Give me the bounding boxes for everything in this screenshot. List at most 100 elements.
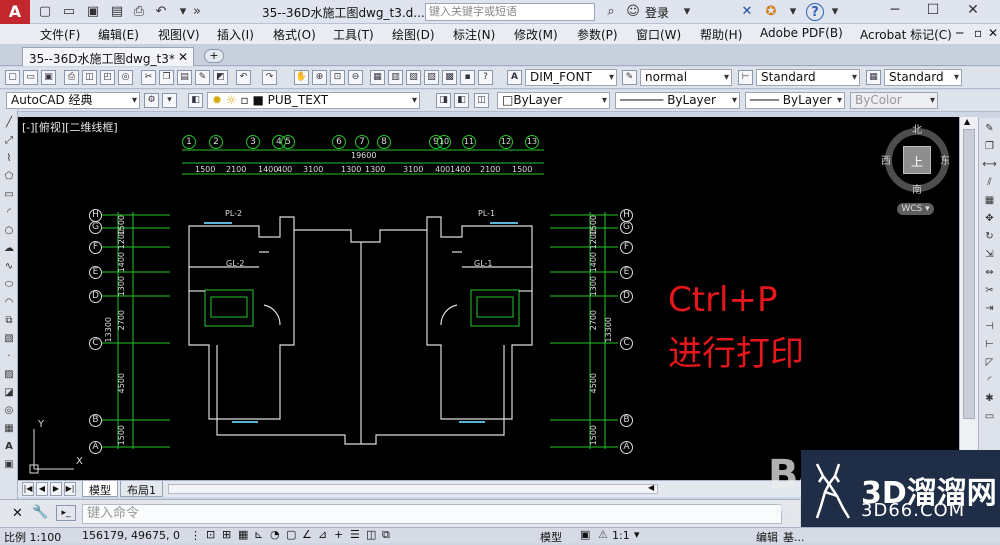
rotate-icon[interactable]: ↻: [982, 230, 997, 244]
dynamic-input-icon[interactable]: +: [334, 528, 343, 541]
menu-view[interactable]: 视图(V): [158, 26, 200, 43]
ellipse-icon[interactable]: ⬭: [2, 278, 16, 292]
make-block-icon[interactable]: ▧: [2, 332, 16, 346]
workspace-select[interactable]: AutoCAD 经典 ▾: [6, 92, 140, 109]
extend-icon[interactable]: ⇥: [982, 302, 997, 316]
last-tab-icon[interactable]: ▶|: [64, 482, 76, 496]
vertical-scrollbar[interactable]: ▲: [959, 117, 978, 480]
binoculars-icon[interactable]: ⌕: [602, 3, 620, 21]
menu-file[interactable]: 文件(F): [40, 26, 80, 43]
document-tab[interactable]: 35--36D水施工图dwg_t3* ✕: [22, 47, 194, 66]
compass-south[interactable]: 南: [912, 181, 922, 196]
tool-icon[interactable]: ▢: [5, 70, 20, 85]
tool-icon[interactable]: ◰: [100, 70, 115, 85]
print-icon[interactable]: ⎙: [130, 3, 148, 21]
fillet-icon[interactable]: ◜: [982, 374, 997, 388]
workspace-settings-icon[interactable]: ⚙: [144, 93, 159, 108]
layer-previous-icon[interactable]: ◧: [454, 93, 469, 108]
arc-icon[interactable]: ◜: [2, 206, 16, 220]
menu-acrobat[interactable]: Acrobat 标记(C): [860, 26, 952, 43]
properties-icon[interactable]: ▦: [370, 70, 385, 85]
new-tab-icon[interactable]: +: [204, 49, 224, 63]
ellipse-arc-icon[interactable]: ◠: [2, 296, 16, 310]
undo-icon[interactable]: ↶: [236, 70, 251, 85]
explode-icon[interactable]: ✱: [982, 392, 997, 406]
menu-parametric[interactable]: 参数(P): [577, 26, 618, 43]
polygon-icon[interactable]: ⬠: [2, 170, 16, 184]
line-icon[interactable]: ╱: [2, 116, 16, 130]
array-icon[interactable]: ▦: [982, 194, 997, 208]
search-input[interactable]: 键入关键字或短语: [425, 3, 595, 21]
login-button[interactable]: 登录: [645, 4, 669, 21]
tab-model[interactable]: 模型: [82, 481, 118, 497]
plotstyle-select[interactable]: ByColor ▾: [850, 92, 938, 109]
scroll-up-icon[interactable]: ▲: [964, 117, 970, 126]
ortho-mode-icon[interactable]: ⊾: [254, 528, 263, 541]
dropdown-arrow-icon[interactable]: ▾: [784, 3, 802, 21]
dropdown-arrow-icon[interactable]: ▾: [634, 528, 640, 541]
dimension-style-select[interactable]: Standard ▾: [756, 69, 860, 86]
compass-east[interactable]: 东: [940, 152, 950, 167]
mtext-icon[interactable]: A: [2, 440, 16, 454]
block-icon[interactable]: ◩: [213, 70, 228, 85]
command-input[interactable]: 键入命令: [82, 504, 782, 524]
menu-edit[interactable]: 编辑(E): [98, 26, 139, 43]
tool-icon[interactable]: ◫: [82, 70, 97, 85]
save-as-icon[interactable]: ▤: [108, 3, 126, 21]
doc-restore-icon[interactable]: ▫: [974, 26, 982, 40]
help-icon[interactable]: ?: [806, 3, 824, 21]
maximize-icon[interactable]: ☐: [918, 2, 948, 22]
layer-select[interactable]: ✹ ☼ ▫ ■ PUB_TEXT ▾: [207, 92, 420, 109]
drawing-canvas[interactable]: [-][俯视][二维线框] 1 2 3 4 5 6 7 8 9 10 11 12…: [18, 117, 959, 480]
move-icon[interactable]: ✥: [982, 212, 997, 226]
zoom-window-icon[interactable]: ⊡: [330, 70, 345, 85]
menu-draw[interactable]: 绘图(D): [392, 26, 435, 43]
tool-icon[interactable]: ⎙: [64, 70, 79, 85]
spline-icon[interactable]: ∿: [2, 260, 16, 274]
pan-icon[interactable]: ✋: [294, 70, 309, 85]
open-file-icon[interactable]: ▭: [60, 3, 78, 21]
paste-icon[interactable]: ▤: [177, 70, 192, 85]
match-icon[interactable]: ✎: [195, 70, 210, 85]
save-icon[interactable]: ▣: [84, 3, 102, 21]
autocad-logo-icon[interactable]: A: [0, 0, 30, 24]
close-command-icon[interactable]: ✕: [12, 506, 23, 521]
undo-icon[interactable]: ↶: [152, 3, 170, 21]
region-icon[interactable]: ◎: [2, 404, 16, 418]
layer-state-icon[interactable]: ◫: [474, 93, 489, 108]
tab-close-icon[interactable]: ✕: [178, 50, 188, 64]
measure-icon[interactable]: ▭: [982, 410, 997, 424]
zoom-realtime-icon[interactable]: ⊕: [312, 70, 327, 85]
menu-tools[interactable]: 工具(T): [333, 26, 374, 43]
dynamic-ucs-icon[interactable]: ⊿: [318, 528, 327, 541]
dimension-style-icon[interactable]: ⊢: [738, 70, 753, 85]
layer-manager-icon[interactable]: ◧: [188, 93, 203, 108]
more-icon[interactable]: »: [188, 3, 206, 21]
table-icon[interactable]: ▦: [2, 422, 16, 436]
text-style-icon[interactable]: A: [507, 70, 522, 85]
first-tab-icon[interactable]: |◀: [22, 482, 34, 496]
object-snap-tracking-icon[interactable]: ∠: [302, 528, 312, 541]
tab-layout1[interactable]: 布局1: [120, 481, 163, 497]
insert-block-icon[interactable]: ⧉: [2, 314, 16, 328]
polar-tracking-icon[interactable]: ◔: [270, 528, 280, 541]
point-icon[interactable]: ·: [2, 350, 16, 364]
workspace-save-icon[interactable]: ▾: [162, 93, 177, 108]
weight-select[interactable]: normal ▾: [640, 69, 732, 86]
table-style-select[interactable]: Standard ▾: [884, 69, 962, 86]
copy-object-icon[interactable]: ❐: [982, 140, 997, 154]
scale-icon[interactable]: ⇲: [982, 248, 997, 262]
new-file-icon[interactable]: ▢: [36, 3, 54, 21]
exchange-icon[interactable]: ✕: [738, 3, 756, 21]
hatch-icon[interactable]: ▨: [2, 368, 16, 382]
menu-insert[interactable]: 插入(I): [217, 26, 254, 43]
viewcube-center[interactable]: 上: [903, 146, 931, 174]
sheet-set-icon[interactable]: ▨: [424, 70, 439, 85]
design-center-icon[interactable]: ▥: [388, 70, 403, 85]
wcs-menu[interactable]: WCS ▾: [897, 203, 934, 215]
linetype-select[interactable]: ────── ByLayer ▾: [615, 92, 740, 109]
offset-icon[interactable]: ⫽: [982, 176, 997, 190]
join-icon[interactable]: ⊢: [982, 338, 997, 352]
infer-constraints-icon[interactable]: ⊡: [206, 528, 215, 541]
compass-north[interactable]: 北: [912, 121, 922, 136]
